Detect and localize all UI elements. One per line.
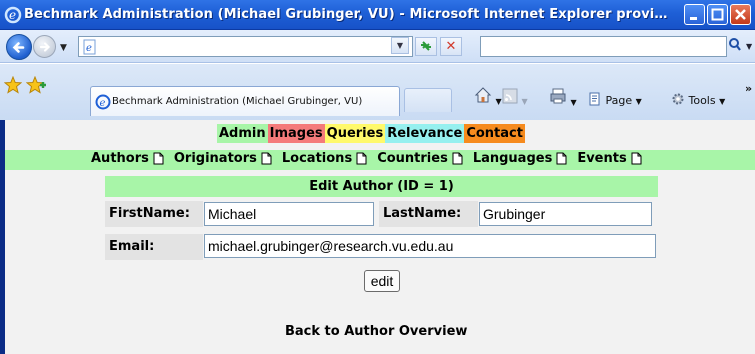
document-icon [556,152,567,165]
more-commands-button[interactable]: » [745,82,752,95]
refresh-icon [421,41,431,51]
tools-menu-label: Tools [688,94,716,107]
maximize-icon [711,8,724,21]
email-field[interactable] [204,234,656,258]
admin-subnavigation: Authors Originators Locations Countries … [5,150,755,170]
page-content: Admin Images Queries Relevance Contact A… [0,120,755,354]
edit-button[interactable]: edit [364,270,400,292]
back-to-author-overview-link[interactable]: Back to Author Overview [285,324,467,339]
subnav-originators-label: Originators [173,151,257,166]
feeds-icon [502,88,518,104]
page-menu[interactable]: Page ▼ [588,92,642,107]
subnav-locations[interactable]: Locations [282,151,367,166]
url-dropdown-button[interactable]: ▼ [391,37,409,54]
home-button[interactable]: ▼ [474,86,502,107]
first-name-field[interactable] [204,202,374,226]
back-arrow-icon [12,42,25,53]
search-dropdown-icon[interactable]: ▼ [746,42,752,51]
svg-text:e: e [86,43,92,54]
title-bar: e Bechmark Administration (Michael Grubi… [0,0,755,30]
stop-button[interactable]: ✕ [440,37,462,56]
document-icon [153,152,164,165]
subnav-countries[interactable]: Countries [377,151,463,166]
add-favorites-icon[interactable] [25,75,46,97]
page-menu-icon [589,92,600,106]
svg-text:e: e [9,8,16,22]
subnav-authors-label: Authors [91,151,149,166]
close-button[interactable] [730,4,751,25]
subnav-events-label: Events [577,151,627,166]
home-icon [474,87,492,103]
tab-row: e Bechmark Administration (Michael Grubi… [0,64,755,120]
print-icon [550,88,566,104]
print-button[interactable]: ▼ [549,87,577,108]
document-icon [356,152,367,165]
search-box [480,36,727,57]
search-input[interactable] [481,37,726,56]
favorites-star-icon[interactable] [3,75,23,97]
gear-icon [672,93,684,105]
address-bar: ▼ e ▼ ✕ ▼ [0,30,755,63]
new-tab-button[interactable] [404,88,452,112]
back-button[interactable] [6,34,32,60]
subnav-languages-label: Languages [472,151,553,166]
subnav-authors[interactable]: Authors [91,151,164,166]
nav-admin[interactable]: Admin [217,124,268,143]
history-dropdown-icon[interactable]: ▼ [60,43,67,53]
tools-menu[interactable]: Tools ▼ [671,92,725,107]
subnav-countries-label: Countries [377,151,448,166]
maximize-button[interactable] [707,4,728,25]
forward-button[interactable] [33,35,56,58]
subnav-locations-label: Locations [281,151,353,166]
nav-contact[interactable]: Contact [464,124,525,143]
minimize-button[interactable] [684,4,705,25]
document-icon [452,152,463,165]
url-box: e [78,36,413,57]
nav-images[interactable]: Images [267,124,325,143]
svg-text:e: e [100,98,106,109]
page-menu-label: Page [605,94,633,107]
feeds-button[interactable]: ▼ [502,88,528,107]
browser-tab[interactable]: e Bechmark Administration (Michael Grubi… [90,86,400,116]
url-input[interactable] [101,38,391,55]
ie-page-icon: e [95,94,111,113]
subnav-originators[interactable]: Originators [174,151,272,166]
main-navigation: Admin Images Queries Relevance Contact [217,124,525,144]
close-icon [735,9,746,20]
form-header: Edit Author (ID = 1) [105,176,658,197]
refresh-button[interactable] [415,37,437,56]
document-icon [631,152,642,165]
tab-label: Bechmark Administration (Michael Grubing… [112,96,363,107]
first-name-label: FirstName: [105,201,203,227]
search-icon[interactable] [728,37,744,56]
subnav-events[interactable]: Events [577,151,642,166]
subnav-languages[interactable]: Languages [473,151,568,166]
last-name-label: LastName: [379,201,478,227]
nav-relevance[interactable]: Relevance [385,124,465,143]
document-icon [261,152,272,165]
nav-queries[interactable]: Queries [324,124,386,143]
email-label: Email: [105,234,203,260]
forward-arrow-icon [39,42,51,52]
last-name-field[interactable] [479,202,652,226]
minimize-icon [690,17,697,20]
window-title: Bechmark Administration (Michael Grubing… [24,7,668,22]
internet-explorer-icon: e [4,6,22,24]
page-icon: e [82,39,98,58]
